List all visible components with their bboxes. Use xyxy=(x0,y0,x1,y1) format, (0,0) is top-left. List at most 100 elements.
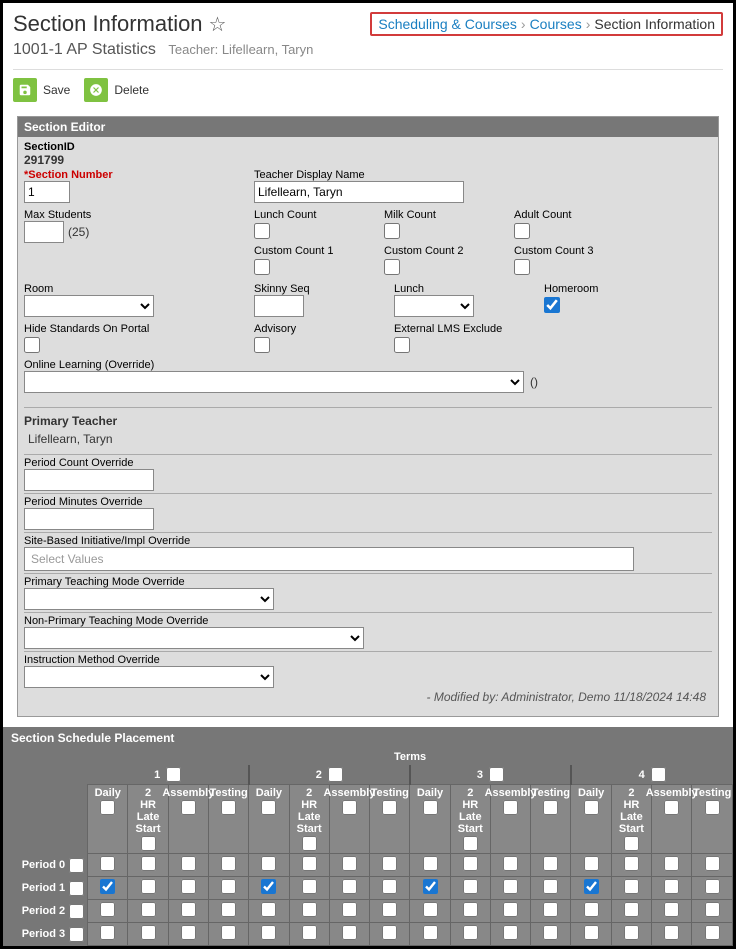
adult-count-checkbox[interactable] xyxy=(514,223,530,239)
teacher-display-input[interactable] xyxy=(254,181,464,203)
schedule-cell-checkbox[interactable] xyxy=(705,925,720,940)
schedule-cell-checkbox[interactable] xyxy=(100,879,115,894)
milk-count-checkbox[interactable] xyxy=(384,223,400,239)
schedule-cell-checkbox[interactable] xyxy=(584,879,599,894)
schedule-col-checkbox[interactable] xyxy=(624,836,639,851)
schedule-cell-checkbox[interactable] xyxy=(100,856,115,871)
schedule-cell-checkbox[interactable] xyxy=(382,856,397,871)
schedule-cell-checkbox[interactable] xyxy=(302,879,317,894)
schedule-cell-checkbox[interactable] xyxy=(463,856,478,871)
schedule-cell-checkbox[interactable] xyxy=(584,902,599,917)
schedule-cell-checkbox[interactable] xyxy=(543,902,558,917)
schedule-cell-checkbox[interactable] xyxy=(141,856,156,871)
schedule-cell-checkbox[interactable] xyxy=(382,925,397,940)
schedule-cell-checkbox[interactable] xyxy=(664,902,679,917)
schedule-cell-checkbox[interactable] xyxy=(221,856,236,871)
schedule-cell-checkbox[interactable] xyxy=(342,925,357,940)
schedule-cell-checkbox[interactable] xyxy=(221,902,236,917)
schedule-col-checkbox[interactable] xyxy=(463,836,478,851)
non-primary-teaching-mode-select[interactable] xyxy=(24,627,364,649)
cc1-checkbox[interactable] xyxy=(254,259,270,275)
schedule-col-checkbox[interactable] xyxy=(221,800,236,815)
schedule-cell-checkbox[interactable] xyxy=(503,925,518,940)
schedule-col-checkbox[interactable] xyxy=(705,800,720,815)
term-checkbox[interactable] xyxy=(166,767,181,782)
schedule-col-checkbox[interactable] xyxy=(584,800,599,815)
section-number-input[interactable] xyxy=(24,181,70,203)
schedule-cell-checkbox[interactable] xyxy=(664,925,679,940)
schedule-cell-checkbox[interactable] xyxy=(463,902,478,917)
schedule-col-checkbox[interactable] xyxy=(342,800,357,815)
schedule-cell-checkbox[interactable] xyxy=(221,879,236,894)
schedule-cell-checkbox[interactable] xyxy=(221,925,236,940)
schedule-cell-checkbox[interactable] xyxy=(503,902,518,917)
primary-teaching-mode-select[interactable] xyxy=(24,588,274,610)
period-checkbox[interactable] xyxy=(69,881,84,896)
schedule-cell-checkbox[interactable] xyxy=(261,902,276,917)
schedule-cell-checkbox[interactable] xyxy=(705,856,720,871)
schedule-cell-checkbox[interactable] xyxy=(342,856,357,871)
schedule-cell-checkbox[interactable] xyxy=(463,925,478,940)
breadcrumb-scheduling[interactable]: Scheduling & Courses xyxy=(378,16,517,32)
schedule-cell-checkbox[interactable] xyxy=(423,925,438,940)
schedule-cell-checkbox[interactable] xyxy=(100,902,115,917)
room-select[interactable] xyxy=(24,295,154,317)
schedule-cell-checkbox[interactable] xyxy=(543,925,558,940)
site-based-initiative-select[interactable]: Select Values xyxy=(24,547,634,571)
cc2-checkbox[interactable] xyxy=(384,259,400,275)
schedule-cell-checkbox[interactable] xyxy=(261,879,276,894)
schedule-col-checkbox[interactable] xyxy=(503,800,518,815)
period-minutes-override-input[interactable] xyxy=(24,508,154,530)
schedule-cell-checkbox[interactable] xyxy=(261,925,276,940)
delete-button[interactable]: Delete xyxy=(84,78,149,102)
schedule-col-checkbox[interactable] xyxy=(141,836,156,851)
schedule-cell-checkbox[interactable] xyxy=(705,879,720,894)
period-checkbox[interactable] xyxy=(69,858,84,873)
schedule-col-checkbox[interactable] xyxy=(382,800,397,815)
schedule-cell-checkbox[interactable] xyxy=(624,879,639,894)
save-button[interactable]: Save xyxy=(13,78,70,102)
skinny-seq-input[interactable] xyxy=(254,295,304,317)
schedule-col-checkbox[interactable] xyxy=(100,800,115,815)
schedule-cell-checkbox[interactable] xyxy=(543,856,558,871)
schedule-cell-checkbox[interactable] xyxy=(382,879,397,894)
schedule-col-checkbox[interactable] xyxy=(543,800,558,815)
schedule-cell-checkbox[interactable] xyxy=(302,902,317,917)
schedule-cell-checkbox[interactable] xyxy=(423,902,438,917)
schedule-cell-checkbox[interactable] xyxy=(624,902,639,917)
max-students-input[interactable] xyxy=(24,221,64,243)
period-count-override-input[interactable] xyxy=(24,469,154,491)
lunch-count-checkbox[interactable] xyxy=(254,223,270,239)
schedule-cell-checkbox[interactable] xyxy=(141,925,156,940)
online-learning-select[interactable] xyxy=(24,371,524,393)
term-checkbox[interactable] xyxy=(489,767,504,782)
period-checkbox[interactable] xyxy=(69,904,84,919)
schedule-col-checkbox[interactable] xyxy=(181,800,196,815)
schedule-cell-checkbox[interactable] xyxy=(181,925,196,940)
schedule-cell-checkbox[interactable] xyxy=(181,856,196,871)
schedule-cell-checkbox[interactable] xyxy=(181,879,196,894)
lunch-select[interactable] xyxy=(394,295,474,317)
schedule-col-checkbox[interactable] xyxy=(664,800,679,815)
schedule-cell-checkbox[interactable] xyxy=(261,856,276,871)
schedule-cell-checkbox[interactable] xyxy=(342,902,357,917)
period-checkbox[interactable] xyxy=(69,927,84,942)
favorite-star-icon[interactable]: ☆ xyxy=(209,12,227,37)
schedule-col-checkbox[interactable] xyxy=(423,800,438,815)
schedule-cell-checkbox[interactable] xyxy=(181,902,196,917)
schedule-cell-checkbox[interactable] xyxy=(302,856,317,871)
external-lms-checkbox[interactable] xyxy=(394,337,410,353)
schedule-cell-checkbox[interactable] xyxy=(141,879,156,894)
schedule-col-checkbox[interactable] xyxy=(302,836,317,851)
homeroom-checkbox[interactable] xyxy=(544,297,560,313)
schedule-cell-checkbox[interactable] xyxy=(503,879,518,894)
schedule-cell-checkbox[interactable] xyxy=(423,856,438,871)
cc3-checkbox[interactable] xyxy=(514,259,530,275)
schedule-cell-checkbox[interactable] xyxy=(705,902,720,917)
term-checkbox[interactable] xyxy=(328,767,343,782)
schedule-cell-checkbox[interactable] xyxy=(503,856,518,871)
advisory-checkbox[interactable] xyxy=(254,337,270,353)
schedule-cell-checkbox[interactable] xyxy=(543,879,558,894)
schedule-cell-checkbox[interactable] xyxy=(664,856,679,871)
schedule-cell-checkbox[interactable] xyxy=(423,879,438,894)
